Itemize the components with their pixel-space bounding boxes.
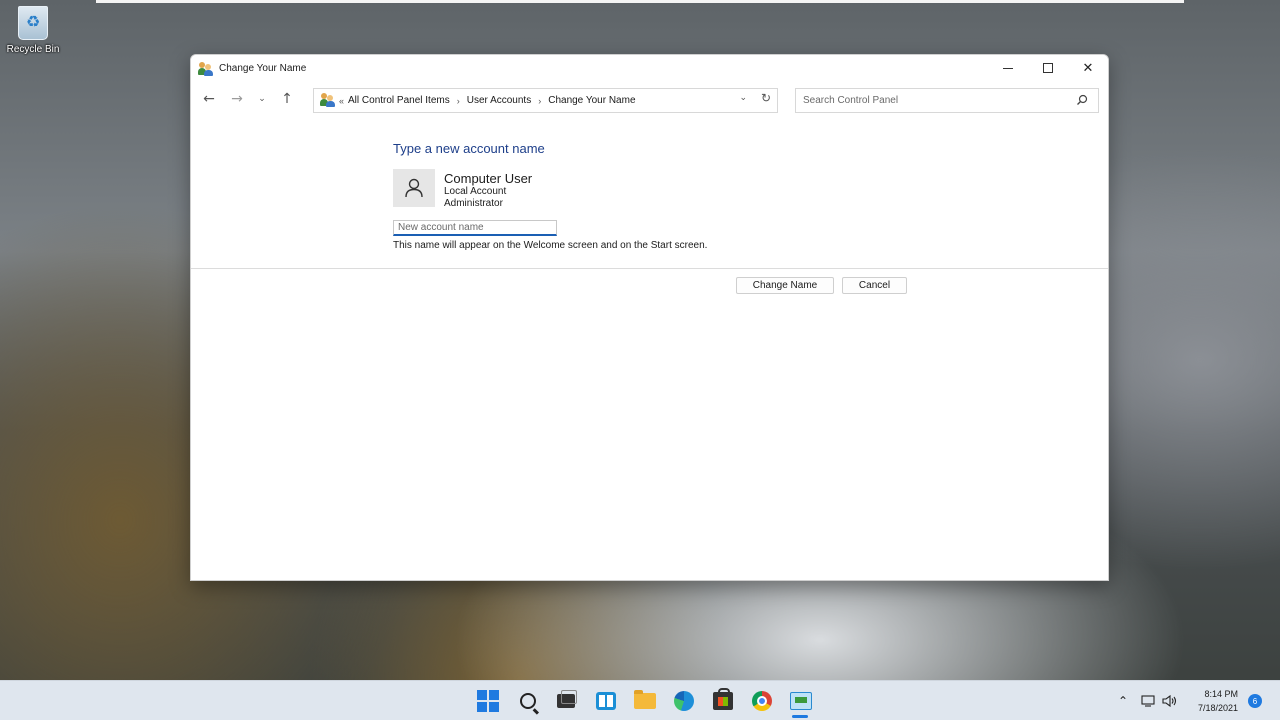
breadcrumb-change-your-name[interactable]: Change Your Name xyxy=(547,95,636,106)
user-icon xyxy=(405,178,423,198)
chevron-down-icon: ⌄ xyxy=(258,94,266,104)
up-button[interactable]: ↑ xyxy=(273,85,301,113)
taskbar: ⌃ 8:14 PM 7/18/2021 6 xyxy=(0,680,1280,720)
taskbar-search-button[interactable] xyxy=(516,689,540,713)
change-name-button[interactable]: Change Name xyxy=(736,277,834,294)
breadcrumb-user-accounts[interactable]: User Accounts xyxy=(466,95,532,106)
edge-button[interactable] xyxy=(672,689,696,713)
edge-icon xyxy=(674,691,694,711)
chevron-up-icon: ⌃ xyxy=(1118,694,1129,708)
speaker-icon xyxy=(1162,695,1177,707)
notification-badge[interactable]: 6 xyxy=(1248,694,1262,708)
control-panel-icon xyxy=(320,92,335,110)
change-name-window: Change Your Name ✕ ← → ⌄ ↑ « All Control… xyxy=(190,54,1109,581)
search-input[interactable] xyxy=(803,95,1063,106)
maximize-button[interactable] xyxy=(1028,55,1068,81)
new-account-name-input[interactable] xyxy=(393,220,557,236)
network-icon xyxy=(1141,695,1155,707)
window-title: Change Your Name xyxy=(219,62,307,74)
chrome-button[interactable] xyxy=(750,689,774,713)
folder-icon xyxy=(634,690,656,709)
active-app-indicator xyxy=(792,715,808,718)
main-content: Type a new account name Computer User Lo… xyxy=(191,117,1108,580)
minimize-button[interactable] xyxy=(988,55,1028,81)
refresh-icon[interactable]: ↻ xyxy=(761,91,771,105)
recycle-bin-shortcut[interactable]: Recycle Bin xyxy=(4,6,62,55)
arrow-right-icon: → xyxy=(231,91,243,107)
page-title: Type a new account name xyxy=(393,141,545,156)
clock-date: 7/18/2021 xyxy=(1197,703,1238,713)
network-button[interactable] xyxy=(1141,681,1155,720)
file-explorer-button[interactable] xyxy=(633,689,657,713)
breadcrumb-separator[interactable]: › xyxy=(538,96,541,106)
recycle-bin-label: Recycle Bin xyxy=(6,44,60,55)
show-hidden-icons-button[interactable]: ⌃ xyxy=(1118,681,1128,720)
widgets-icon xyxy=(596,692,616,710)
search-icon[interactable] xyxy=(1076,94,1088,106)
address-dropdown-icon[interactable]: ⌄ xyxy=(739,92,747,103)
minimize-icon xyxy=(1003,67,1013,69)
maximize-icon xyxy=(1043,63,1053,73)
account-role: Administrator xyxy=(444,198,503,209)
clock[interactable]: 8:14 PM 7/18/2021 xyxy=(1198,687,1238,715)
breadcrumb-separator[interactable]: › xyxy=(457,96,460,106)
divider xyxy=(191,268,1108,269)
control-panel-taskbar-button[interactable] xyxy=(789,689,813,713)
task-view-button[interactable] xyxy=(554,689,578,713)
search-icon xyxy=(520,693,536,709)
arrow-up-icon: ↑ xyxy=(281,91,293,107)
title-bar[interactable]: Change Your Name ✕ xyxy=(191,55,1108,81)
task-view-icon xyxy=(557,690,577,708)
recycle-bin-icon xyxy=(18,6,48,40)
chrome-icon xyxy=(752,691,772,711)
search-box[interactable] xyxy=(795,88,1099,113)
cancel-button[interactable]: Cancel xyxy=(842,277,907,294)
forward-button[interactable]: → xyxy=(223,85,251,113)
desktop-top-strip xyxy=(96,0,1184,3)
recent-locations-button[interactable]: ⌄ xyxy=(251,85,273,113)
address-bar[interactable]: « All Control Panel Items › User Account… xyxy=(313,88,778,113)
store-button[interactable] xyxy=(711,688,735,713)
back-button[interactable]: ← xyxy=(195,85,223,113)
account-type: Local Account xyxy=(444,186,507,197)
start-button[interactable] xyxy=(476,689,500,713)
close-icon: ✕ xyxy=(1082,60,1094,76)
arrow-left-icon: ← xyxy=(203,91,215,107)
close-button[interactable]: ✕ xyxy=(1068,55,1108,81)
clock-time: 8:14 PM xyxy=(1204,689,1238,699)
name-hint: This name will appear on the Welcome scr… xyxy=(393,240,708,251)
store-icon xyxy=(713,688,733,710)
widgets-button[interactable] xyxy=(594,689,618,713)
breadcrumb-overflow[interactable]: « xyxy=(339,96,344,106)
volume-button[interactable] xyxy=(1162,681,1178,720)
avatar xyxy=(393,169,435,207)
user-accounts-icon xyxy=(198,61,213,76)
control-panel-icon xyxy=(790,692,812,710)
windows-icon xyxy=(477,690,499,712)
user-name: Computer User xyxy=(444,171,533,186)
breadcrumb-all-control-panel-items[interactable]: All Control Panel Items xyxy=(347,95,451,106)
